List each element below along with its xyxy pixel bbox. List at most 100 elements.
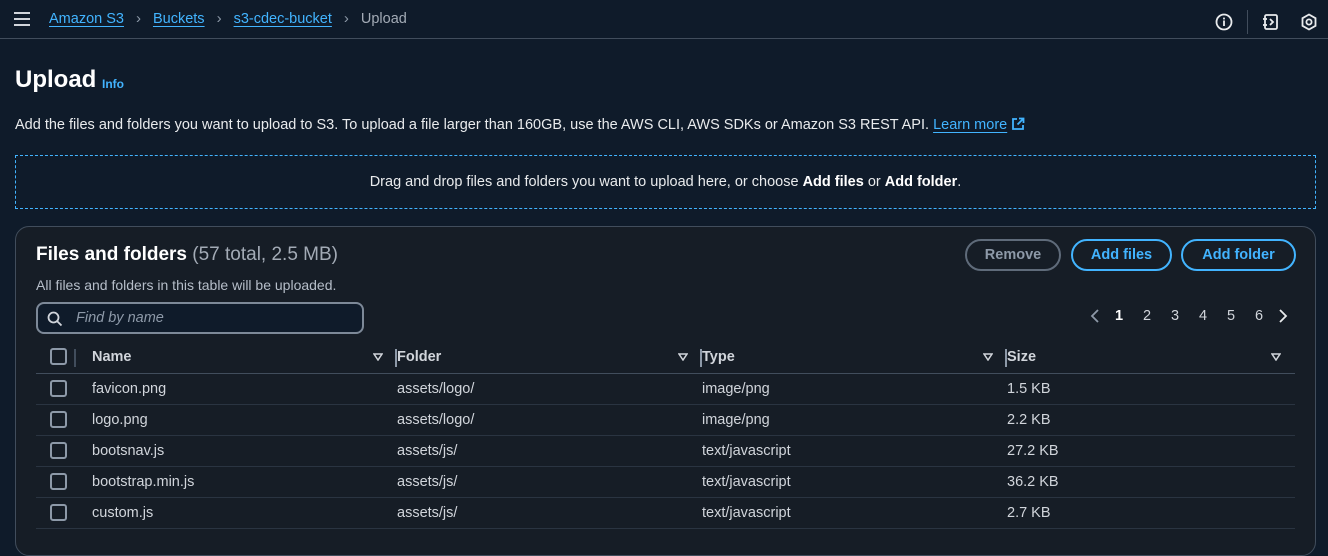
sort-caret-icon[interactable] (678, 353, 688, 361)
cell-folder: assets/logo/ (397, 380, 475, 397)
breadcrumb-amazon-s3[interactable]: Amazon S3 (49, 11, 124, 27)
cell-type: text/javascript (702, 442, 791, 459)
cell-type: text/javascript (702, 473, 791, 490)
cell-name: custom.js (92, 504, 154, 521)
row-select-cell (36, 435, 92, 466)
table-header-row: Name Folder Type Size (36, 341, 1295, 373)
info-circle-icon[interactable] (1215, 13, 1233, 31)
chevron-right-icon[interactable] (1273, 309, 1293, 323)
search-box (36, 302, 364, 334)
sort-caret-icon[interactable] (1271, 353, 1281, 361)
upload-dropzone[interactable]: Drag and drop files and folders you want… (15, 155, 1316, 209)
dropzone-or: or (863, 174, 885, 190)
dropzone-text: Drag and drop files and folders you want… (369, 174, 803, 190)
cell-folder: assets/js/ (397, 442, 458, 459)
page-4[interactable]: 4 (1189, 308, 1217, 324)
select-all-checkbox[interactable] (50, 348, 67, 366)
table-row: logo.png assets/logo/ image/png 2.2 KB (36, 404, 1295, 435)
remove-button[interactable]: Remove (965, 239, 1061, 271)
page-description: Add the files and folders you want to up… (15, 117, 1025, 135)
row-select-cell (36, 404, 92, 435)
select-all-cell (36, 341, 92, 373)
menu-icon[interactable] (14, 12, 30, 26)
row-checkbox[interactable] (50, 380, 67, 397)
row-checkbox[interactable] (50, 411, 67, 428)
cell-name: bootsnav.js (92, 442, 165, 459)
column-name[interactable]: Name (92, 341, 397, 373)
notifications-icon[interactable] (1262, 13, 1280, 31)
sort-caret-icon[interactable] (983, 353, 993, 361)
row-checkbox[interactable] (50, 473, 67, 490)
breadcrumb-separator: › (216, 10, 222, 27)
dropzone-period: . (957, 174, 962, 190)
dropzone-add-folder: Add folder (884, 174, 958, 190)
divider (1247, 10, 1248, 34)
row-select-cell (36, 373, 92, 404)
table-row: bootstrap.min.js assets/js/ text/javascr… (36, 466, 1295, 497)
column-size[interactable]: Size (1007, 341, 1295, 373)
panel-title-text: Files and folders (36, 244, 187, 265)
chevron-left-icon[interactable] (1085, 309, 1105, 323)
top-navigation: Amazon S3 › Buckets › s3-cdec-bucket › U… (0, 0, 1328, 39)
page-5[interactable]: 5 (1217, 308, 1245, 324)
breadcrumb-separator: › (343, 10, 349, 27)
cell-name: bootstrap.min.js (92, 473, 195, 490)
files-table: Name Folder Type Size favicon.png assets… (36, 341, 1295, 529)
column-type-label: Type (702, 348, 735, 365)
add-files-button[interactable]: Add files (1071, 239, 1172, 271)
row-select-cell (36, 497, 92, 528)
column-size-label: Size (1007, 348, 1037, 365)
pagination: 1 2 3 4 5 6 (1085, 308, 1293, 324)
dropzone-add-files: Add files (802, 174, 864, 190)
page-title: Upload (15, 66, 97, 93)
cell-size: 2.7 KB (1007, 504, 1051, 521)
search-icon (47, 311, 63, 330)
column-name-label: Name (92, 348, 132, 365)
cell-type: image/png (702, 380, 770, 397)
cell-size: 27.2 KB (1007, 442, 1059, 459)
learn-more-link[interactable]: Learn more (933, 117, 1025, 133)
breadcrumb-current: Upload (360, 10, 407, 27)
page-3[interactable]: 3 (1161, 308, 1189, 324)
page-1[interactable]: 1 (1105, 308, 1133, 324)
cell-type: image/png (702, 411, 770, 428)
add-folder-button[interactable]: Add folder (1181, 239, 1296, 271)
row-checkbox[interactable] (50, 504, 67, 521)
cell-size: 1.5 KB (1007, 380, 1051, 397)
files-and-folders-panel: Files and folders (57 total, 2.5 MB) All… (15, 226, 1316, 556)
cell-size: 36.2 KB (1007, 473, 1059, 490)
settings-icon[interactable] (1300, 13, 1318, 31)
cell-type: text/javascript (702, 504, 791, 521)
row-select-cell (36, 466, 92, 497)
description-text: Add the files and folders you want to up… (15, 117, 930, 133)
panel-title: Files and folders (57 total, 2.5 MB) (36, 244, 338, 266)
breadcrumb-separator: › (135, 10, 141, 27)
table-row: custom.js assets/js/ text/javascript 2.7… (36, 497, 1295, 528)
cell-folder: assets/js/ (397, 504, 458, 521)
cell-name: favicon.png (92, 380, 167, 397)
cell-name: logo.png (92, 411, 148, 428)
panel-description: All files and folders in this table will… (36, 277, 337, 293)
column-folder[interactable]: Folder (397, 341, 702, 373)
table-row: favicon.png assets/logo/ image/png 1.5 K… (36, 373, 1295, 404)
sort-caret-icon[interactable] (373, 353, 383, 361)
column-folder-label: Folder (397, 348, 442, 365)
learn-more-label: Learn more (933, 117, 1008, 133)
page-6[interactable]: 6 (1245, 308, 1273, 324)
cell-folder: assets/logo/ (397, 411, 475, 428)
search-input[interactable] (74, 309, 358, 327)
breadcrumb-bucket[interactable]: s3-cdec-bucket (234, 11, 332, 27)
column-type[interactable]: Type (702, 341, 1007, 373)
external-link-icon (1011, 117, 1025, 135)
divider (74, 349, 76, 367)
info-link[interactable]: Info (102, 77, 124, 91)
file-count: (57 total, 2.5 MB) (192, 244, 338, 265)
cell-folder: assets/js/ (397, 473, 458, 490)
breadcrumb: Amazon S3 › Buckets › s3-cdec-bucket › U… (49, 10, 407, 27)
cell-size: 2.2 KB (1007, 411, 1051, 428)
breadcrumb-buckets[interactable]: Buckets (153, 11, 205, 27)
table-row: bootsnav.js assets/js/ text/javascript 2… (36, 435, 1295, 466)
top-utilities (1195, 10, 1318, 34)
row-checkbox[interactable] (50, 442, 67, 459)
page-2[interactable]: 2 (1133, 308, 1161, 324)
